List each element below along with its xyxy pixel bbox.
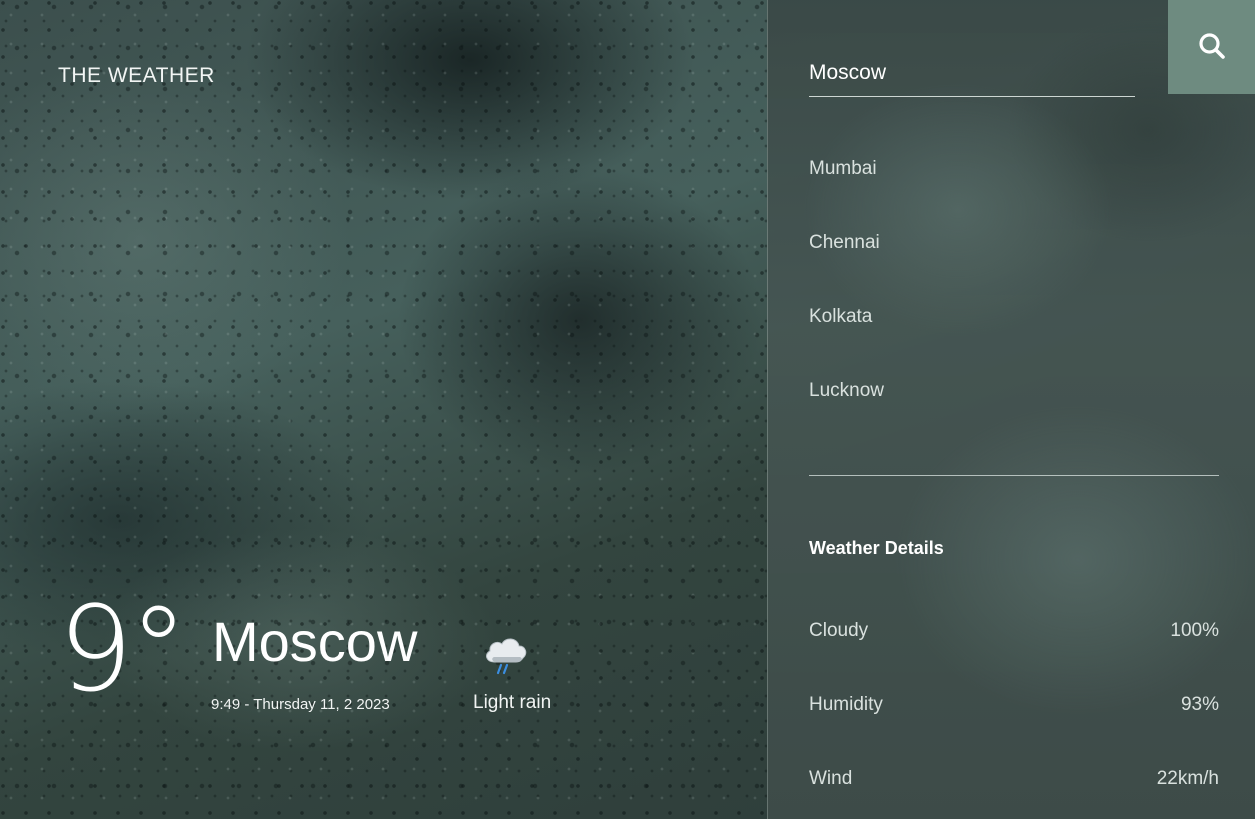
- current-datetime: 9:49 - Thursday 11, 2 2023: [211, 696, 390, 713]
- detail-row-wind: Wind 22km/h: [809, 768, 1219, 798]
- weather-app: THE WEATHER 9° Moscow 9:49 - Thursday 11…: [0, 0, 1255, 819]
- detail-label: Cloudy: [809, 620, 869, 641]
- side-panel: Mumbai Chennai Kolkata Lucknow Weather D…: [767, 0, 1255, 819]
- divider: [809, 475, 1219, 476]
- temperature: 9°: [58, 580, 188, 718]
- detail-label: Wind: [809, 768, 853, 789]
- search-icon: [1199, 33, 1225, 59]
- detail-label: Humidity: [809, 694, 883, 715]
- city-item-chennai[interactable]: Chennai: [809, 232, 884, 306]
- weather-condition: Light rain: [473, 692, 552, 713]
- detail-row-humidity: Humidity 93%: [809, 694, 1219, 724]
- detail-value: 22km/h: [1156, 768, 1219, 789]
- current-city: Moscow: [212, 610, 418, 673]
- cloud-rain-icon: [480, 632, 530, 676]
- app-brand: THE WEATHER: [58, 64, 215, 87]
- city-item-kolkata[interactable]: Kolkata: [809, 306, 884, 380]
- weather-details-title: Weather Details: [809, 538, 944, 558]
- city-list: Mumbai Chennai Kolkata Lucknow: [809, 158, 884, 454]
- detail-row-cloudy: Cloudy 100%: [809, 620, 1219, 650]
- city-item-mumbai[interactable]: Mumbai: [809, 158, 884, 232]
- detail-value: 93%: [1180, 694, 1219, 715]
- search-button[interactable]: [1168, 0, 1255, 94]
- detail-value: 100%: [1170, 620, 1219, 641]
- city-search-input[interactable]: [809, 58, 1135, 97]
- city-item-lucknow[interactable]: Lucknow: [809, 380, 884, 454]
